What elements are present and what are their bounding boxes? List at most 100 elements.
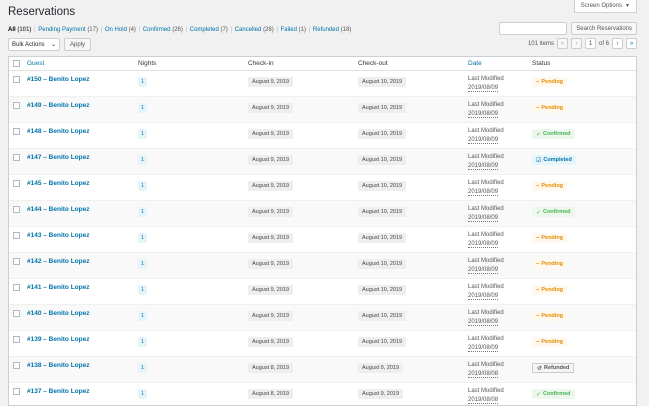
modified-date: 2019/08/09 [468, 293, 499, 300]
checkout-date: August 10, 2019 [358, 129, 407, 139]
nights-badge: 1 [138, 389, 148, 399]
table-row: #148 – Benito Lopez 1 August 9, 2019 August… [9, 123, 636, 149]
row-checkbox[interactable] [13, 76, 20, 83]
guest-link[interactable]: #144 – Benito Lopez [27, 206, 90, 213]
guest-link[interactable]: #137 – Benito Lopez [27, 388, 90, 395]
column-date[interactable]: Date [468, 60, 482, 67]
filter-link-cancelled[interactable]: Cancelled (28) [235, 27, 274, 33]
guest-link[interactable]: #139 – Benito Lopez [27, 336, 90, 343]
table-row: #142 – Benito Lopez 1 August 9, 2019 August… [9, 253, 636, 279]
status-label: Pending [541, 183, 564, 189]
filter-link-failed[interactable]: Failed (1) [281, 27, 306, 33]
modified-info: Last Modified 2019/08/09 [468, 101, 504, 119]
first-page-button[interactable]: « [556, 38, 568, 49]
modified-info: Last Modified 2019/08/09 [468, 309, 504, 327]
table-row: #140 – Benito Lopez 1 August 9, 2019 August… [9, 305, 636, 331]
select-all-checkbox[interactable] [13, 60, 20, 67]
status-label: Pending [541, 313, 564, 319]
filter-separator: | [228, 27, 234, 33]
row-checkbox[interactable] [13, 232, 20, 239]
row-checkbox[interactable] [13, 258, 20, 265]
next-page-button[interactable]: › [612, 38, 623, 49]
checkin-date: August 9, 2019 [248, 77, 294, 87]
last-page-button[interactable]: » [626, 38, 637, 49]
guest-link[interactable]: #148 – Benito Lopez [27, 128, 90, 135]
filter-link-on-hold[interactable]: On Hold (4) [105, 27, 136, 33]
column-guest[interactable]: Guest [27, 60, 44, 67]
filter-link-all[interactable]: All (101) [8, 27, 31, 33]
status-pending-icon: – [536, 79, 540, 85]
screen-options-button[interactable]: Screen Options ▼ [573, 0, 637, 13]
filter-count: (26) [172, 27, 183, 33]
filter-separator: | [307, 27, 312, 33]
modified-label: Last Modified [468, 128, 504, 134]
filter-link-pending-payment[interactable]: Pending Payment (17) [38, 27, 98, 33]
filter-link-refunded[interactable]: Refunded (18) [313, 27, 351, 33]
modified-date: 2019/08/09 [468, 267, 499, 274]
nights-badge: 1 [138, 103, 148, 113]
checkin-date: August 9, 2019 [248, 155, 294, 165]
nights-badge: 1 [138, 77, 148, 87]
table-row: #149 – Benito Lopez 1 August 9, 2019 August… [9, 97, 636, 123]
guest-link[interactable]: #150 – Benito Lopez [27, 76, 90, 83]
modified-label: Last Modified [468, 284, 504, 290]
filter-link-confirmed[interactable]: Confirmed (26) [143, 27, 183, 33]
status-label: Pending [541, 287, 564, 293]
row-checkbox[interactable] [13, 284, 20, 291]
modified-info: Last Modified 2019/08/09 [468, 335, 504, 353]
row-checkbox[interactable] [13, 388, 20, 395]
checkin-date: August 9, 2019 [248, 103, 294, 113]
column-status: Status [532, 60, 551, 67]
modified-info: Last Modified 2019/08/08 [468, 361, 504, 379]
checkout-date: August 9, 2019 [358, 363, 404, 373]
table-nav-top: Bulk Actions ⌄ Apply 101 items « ‹ 1 of … [8, 38, 637, 52]
status-label: Confirmed [543, 131, 571, 137]
modified-info: Last Modified 2019/08/09 [468, 205, 504, 223]
filter-count: (18) [340, 27, 352, 33]
row-checkbox[interactable] [13, 180, 20, 187]
search-input[interactable] [499, 22, 568, 35]
row-checkbox[interactable] [13, 362, 20, 369]
table-row: #138 – Benito Lopez 1 August 8, 2019 August… [9, 357, 636, 383]
modified-date: 2019/08/08 [468, 371, 499, 378]
checkout-date: August 10, 2019 [358, 103, 407, 113]
filter-link-completed[interactable]: Completed (7) [190, 27, 228, 33]
checkin-date: August 9, 2019 [248, 259, 294, 269]
status-badge: ✓ Confirmed [532, 207, 575, 217]
status-label: Refunded [544, 365, 570, 371]
guest-link[interactable]: #147 – Benito Lopez [27, 154, 90, 161]
checkout-date: August 10, 2019 [358, 337, 407, 347]
guest-link[interactable]: #149 – Benito Lopez [27, 102, 90, 109]
search-button[interactable]: Search Reservations [571, 22, 637, 35]
filter-separator: | [274, 27, 280, 33]
guest-link[interactable]: #140 – Benito Lopez [27, 310, 90, 317]
status-badge: ✓ Confirmed [532, 389, 575, 399]
nights-badge: 1 [138, 363, 148, 373]
row-checkbox[interactable] [13, 128, 20, 135]
guest-link[interactable]: #138 – Benito Lopez [27, 362, 90, 369]
modified-label: Last Modified [468, 388, 504, 394]
status-badge: – Pending [532, 103, 568, 113]
guest-link[interactable]: #142 – Benito Lopez [27, 258, 90, 265]
status-badge: ↺ Refunded [532, 363, 575, 373]
guest-link[interactable]: #145 – Benito Lopez [27, 180, 90, 187]
status-refunded-icon: ↺ [537, 365, 543, 372]
guest-link[interactable]: #143 – Benito Lopez [27, 232, 90, 239]
prev-page-button[interactable]: ‹ [570, 38, 582, 49]
checkin-date: August 9, 2019 [248, 181, 294, 191]
modified-label: Last Modified [468, 336, 504, 342]
row-checkbox[interactable] [13, 206, 20, 213]
modified-date: 2019/08/09 [468, 241, 499, 248]
bulk-actions-label: Bulk Actions [12, 41, 45, 48]
current-page-input[interactable]: 1 [584, 38, 596, 49]
filter-count: (4) [128, 27, 136, 33]
row-checkbox[interactable] [13, 336, 20, 343]
apply-button[interactable]: Apply [64, 38, 92, 51]
row-checkbox[interactable] [13, 310, 20, 317]
bulk-actions-select[interactable]: Bulk Actions ⌄ [8, 38, 60, 51]
row-checkbox[interactable] [13, 102, 20, 109]
search-box: Search Reservations [499, 22, 637, 35]
modified-date: 2019/08/09 [468, 137, 499, 144]
guest-link[interactable]: #141 – Benito Lopez [27, 284, 90, 291]
row-checkbox[interactable] [13, 154, 20, 161]
